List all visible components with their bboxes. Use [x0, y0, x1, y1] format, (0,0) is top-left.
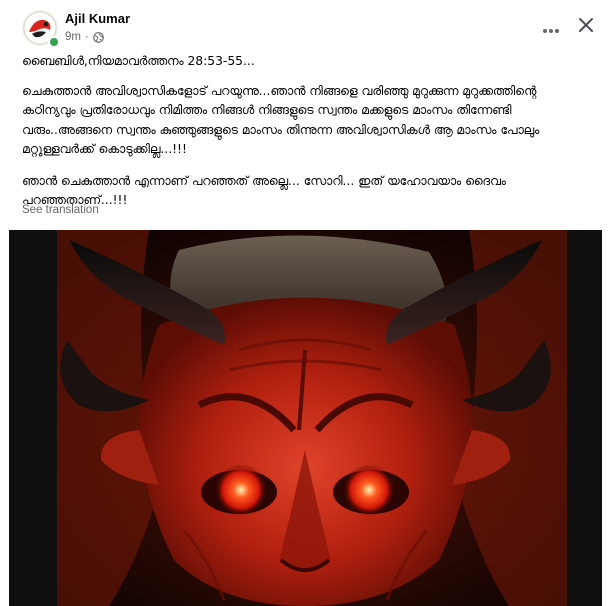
post-meta: 9m ·: [65, 31, 104, 43]
close-icon: [578, 17, 594, 37]
more-options-button[interactable]: [537, 14, 565, 42]
meta-separator: ·: [84, 31, 89, 43]
devil-face-illustration: [9, 230, 602, 606]
post-paragraph-closing: ഞാൻ ചെകുത്താൻ എന്നാണ് പറഞ്ഞത് അല്ലെ... സ…: [22, 173, 506, 208]
online-status-dot: [48, 36, 60, 48]
see-translation-link[interactable]: See translation: [22, 204, 99, 216]
author-name[interactable]: Ajil Kumar: [65, 11, 130, 26]
globe-icon[interactable]: [93, 31, 104, 43]
post-body: ബൈബിൾ,നിയമാവർത്തനം 28:53-55... ചെകുത്താൻ…: [22, 52, 588, 223]
post-header: Ajil Kumar 9m ·: [0, 0, 611, 50]
post-card: Ajil Kumar 9m · ബൈബിൾ,നിയമാവർത്തനം 28:53…: [0, 0, 611, 606]
more-horizontal-icon: [542, 19, 560, 38]
post-image[interactable]: [9, 230, 602, 606]
post-time[interactable]: 9m: [65, 31, 81, 43]
post-paragraph-main: ചെകുത്താൻ അവിശ്വാസികളോട് പറയുന്നു...ഞാൻ …: [22, 83, 540, 157]
close-button[interactable]: [572, 13, 600, 41]
post-paragraph-reference: ബൈബിൾ,നിയമാവർത്തനം 28:53-55...: [22, 54, 255, 68]
